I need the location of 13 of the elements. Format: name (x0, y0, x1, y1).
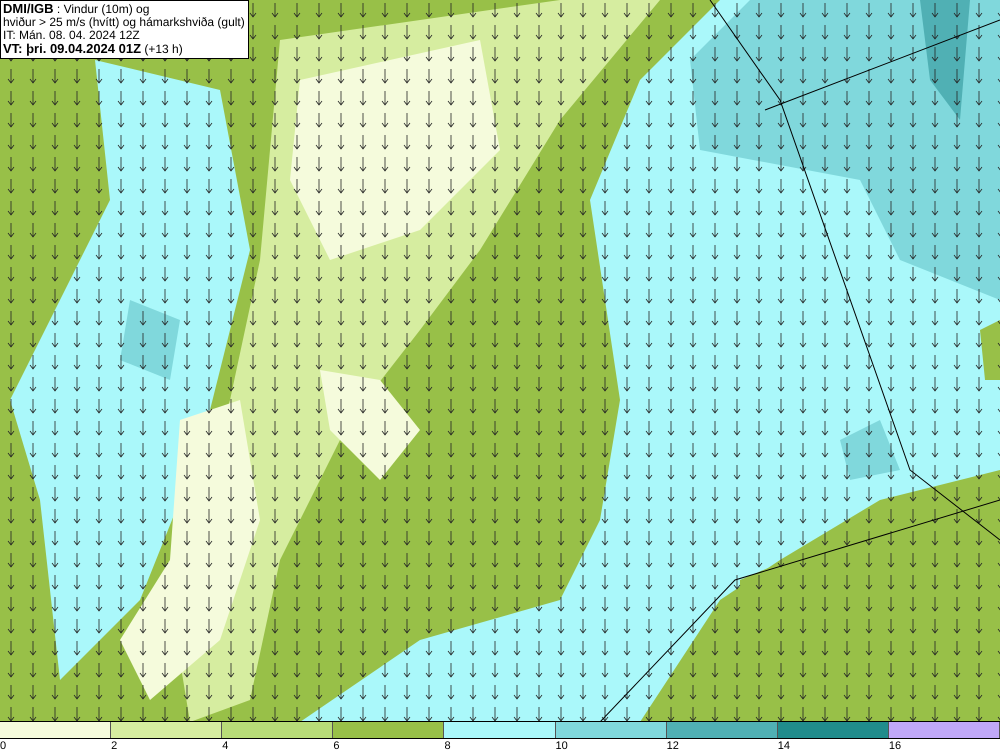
legend-tick-label: 12 (666, 739, 679, 753)
title-line: VT: þri. 09.04.2024 01Z (+13 h) (3, 42, 184, 56)
legend-tick-label: 16 (888, 739, 902, 753)
legend-tick-label: 2 (111, 739, 118, 753)
legend-tick-label: 4 (222, 739, 228, 753)
legend-tick-label: 14 (778, 739, 790, 753)
legend-tick-label: 8 (444, 739, 451, 753)
title-line: hviður > 25 m/s (hvítt) og hámarkshviða (gult) (3, 16, 245, 29)
legend-tick-label: 6 (333, 739, 340, 753)
title-line: DMI/IGB : Vindur (10m) og (3, 2, 150, 16)
legend-tick-label: 10 (556, 739, 568, 753)
legend-tick-label: 0 (0, 739, 6, 753)
title-line: IT: Mán. 08. 04. 2024 12Z (3, 29, 141, 42)
